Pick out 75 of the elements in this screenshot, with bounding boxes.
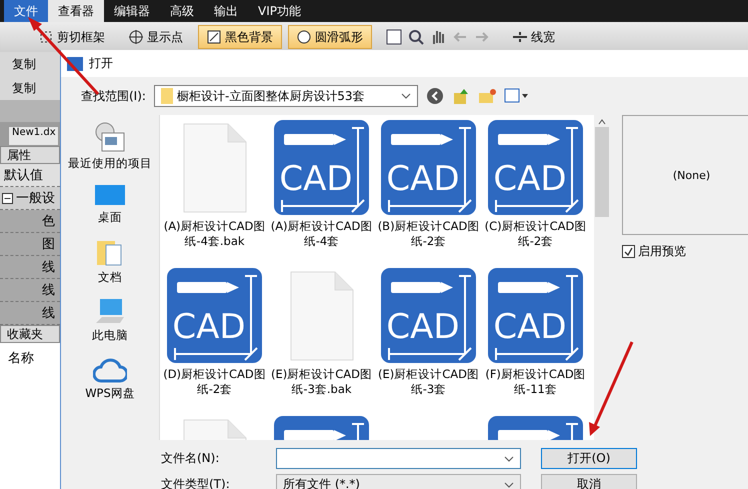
cad-file-icon: CAD: [167, 268, 262, 363]
panel-header: 收藏夹: [0, 325, 60, 343]
scroll-up-icon[interactable]: [598, 119, 606, 125]
desktop-icon: [95, 185, 125, 207]
up-folder-icon[interactable]: [452, 87, 470, 105]
menu-tab[interactable]: 文件: [4, 0, 48, 22]
filename-field[interactable]: [276, 448, 521, 469]
chevron-icon: [504, 482, 514, 488]
panel-header: 属性: [0, 146, 60, 164]
folder-icon: [160, 88, 173, 104]
file-name: (A)厨柜设计CAD图纸-4套.bak: [162, 219, 266, 249]
view-menu-icon[interactable]: [504, 88, 528, 104]
cad-file-icon: CAD: [381, 268, 476, 363]
property-row: 线: [0, 279, 60, 302]
place-item[interactable]: 此电脑: [92, 299, 128, 343]
scrollbar-thumb[interactable]: [595, 127, 609, 217]
checkmark-icon: [624, 247, 633, 256]
cloud-icon: [92, 357, 127, 383]
back-icon[interactable]: [426, 87, 444, 105]
place-item[interactable]: 桌面: [95, 185, 125, 225]
toolbar-button[interactable]: 显示点: [120, 25, 192, 49]
file-name: (A)厨柜设计CAD图纸-4套: [270, 219, 374, 249]
file-name: (E)厨柜设计CAD图纸-3套.bak: [270, 367, 373, 397]
zoom-window-icon[interactable]: [386, 29, 402, 45]
search-icon[interactable]: [408, 29, 424, 45]
property-group[interactable]: 一般设: [0, 187, 60, 210]
document-tab[interactable]: New1.dx: [8, 126, 59, 146]
crosshair-icon: [129, 30, 143, 44]
property-row: 图: [0, 233, 60, 256]
cad-file-icon: CAD: [488, 268, 583, 363]
new-folder-icon[interactable]: [478, 87, 496, 105]
copy-button[interactable]: 复制: [0, 76, 60, 100]
property-row: 线: [0, 256, 60, 279]
menu-tab[interactable]: 查看器: [48, 0, 104, 22]
menu-tab[interactable]: 输出: [204, 0, 248, 22]
document-folder-icon: [97, 239, 123, 267]
menu-tab[interactable]: 编辑器: [104, 0, 160, 22]
column-label: 名称: [0, 343, 60, 489]
menu-tab[interactable]: 高级: [160, 0, 204, 22]
property-row: 默认值: [0, 164, 60, 187]
toolbar-button[interactable]: 剪切框架: [30, 25, 114, 49]
panel-strip: [0, 100, 60, 122]
circle-icon: [297, 30, 311, 44]
menu-tab[interactable]: VIP功能: [248, 0, 311, 22]
place-item[interactable]: WPS网盘: [85, 357, 135, 401]
square-icon: [207, 30, 221, 44]
crop-icon: [39, 30, 53, 44]
place-item[interactable]: 文档: [97, 239, 123, 285]
collapse-icon[interactable]: [2, 192, 13, 204]
toolbar-button[interactable]: 黑色背景: [198, 25, 282, 49]
chevron-icon: [400, 93, 411, 99]
open-button[interactable]: 打开(O): [541, 448, 637, 469]
preview-checkbox[interactable]: 启用预览: [622, 243, 748, 260]
dialog-title: 打开: [89, 55, 113, 72]
file-name: (C)厨柜设计CAD图纸-2套: [484, 219, 588, 249]
property-row: 色: [0, 210, 60, 233]
file-name: (F)厨柜设计CAD图纸-11套: [484, 367, 587, 397]
property-row: 线: [0, 302, 60, 325]
cad-file-icon: CAD: [274, 120, 369, 215]
line-width-icon: [513, 30, 527, 44]
cad-file-icon: CAD: [381, 120, 476, 215]
field-label: 文件名(N):: [161, 450, 220, 467]
toolbar-button[interactable]: 线宽: [504, 25, 564, 49]
file-name: (D)厨柜设计CAD图纸-2套: [162, 367, 266, 397]
toolbar-button[interactable]: 圆滑弧形: [288, 25, 372, 49]
look-in-dropdown[interactable]: 橱柜设计-立面图整体厨房设计53套: [154, 85, 418, 107]
computer-icon: [94, 299, 126, 325]
file-name: (B)厨柜设计CAD图纸-2套: [376, 219, 480, 249]
chevron-icon: [504, 456, 514, 462]
cad-file-icon: CAD: [488, 120, 583, 215]
file-name: (E)厨柜设计CAD图纸-3套: [377, 367, 480, 397]
place-item[interactable]: 最近使用的项目: [68, 121, 152, 171]
preview-panel: (None): [622, 115, 748, 235]
copy-button[interactable]: 复制: [0, 52, 60, 76]
clock-document-icon: [94, 121, 126, 153]
